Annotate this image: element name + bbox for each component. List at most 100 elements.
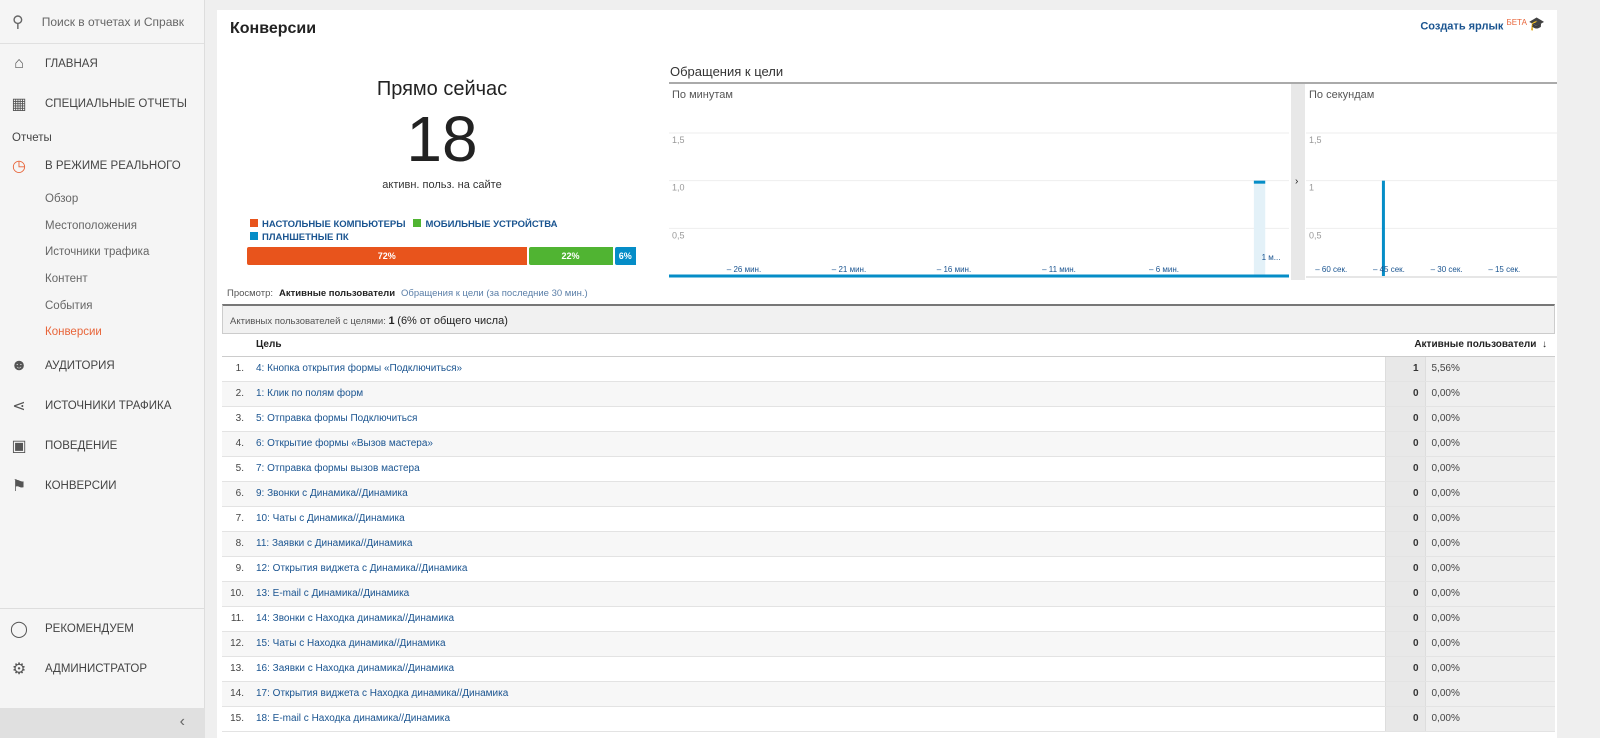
active-users-value: 0 — [1384, 456, 1425, 482]
home-icon: ⌂ — [14, 55, 24, 72]
x-tick: – 16 мин. — [937, 265, 971, 274]
row-number: 12. — [222, 631, 252, 657]
nav-discover[interactable]: ◯ РЕКОМЕНДУЕМ — [0, 609, 204, 649]
active-users-value: 0 — [1384, 381, 1425, 407]
goal-hits-chart: По минутам 1,5 1,0 0,5 – 26 мин. – 21 мин. – 1… — [669, 82, 1557, 280]
table-row: 10. 13: E-mail с Динамика//Динамика 0 0,00% — [222, 581, 1555, 607]
active-users-percent: 0,00% — [1424, 506, 1555, 532]
nav-realtime-sub[interactable]: Местоположения — [0, 213, 204, 240]
nav-realtime[interactable]: ◷ В РЕЖИМЕ РЕАЛЬНОГО — [0, 146, 204, 186]
goal-link[interactable]: 16: Заявки с Находка динамика//Динамика — [252, 656, 1385, 682]
goal-link[interactable]: 13: E-mail с Динамика//Динамика — [252, 581, 1385, 607]
goal-link[interactable]: 14: Звонки с Находка динамика//Динамика — [252, 606, 1385, 632]
nav-realtime-sub[interactable]: Источники трафика — [0, 239, 204, 266]
collapse-sidebar-button[interactable]: ‹ — [0, 708, 205, 738]
goal-link[interactable]: 17: Открытия виджета с Находка динамика/… — [252, 681, 1385, 707]
goal-link[interactable]: 10: Чаты с Динамика//Динамика — [252, 506, 1385, 532]
goal-link[interactable]: 5: Отправка формы Подключиться — [252, 406, 1385, 432]
nav-behavior[interactable]: ▣ ПОВЕДЕНИЕ — [0, 426, 204, 466]
active-users-label: активн. польз. на сайте — [382, 179, 502, 191]
chart-title: Обращения к цели — [670, 64, 784, 79]
active-users-percent: 0,00% — [1424, 581, 1555, 607]
goal-link[interactable]: 4: Кнопка открытия формы «Подключиться» — [252, 356, 1385, 382]
goal-link[interactable]: 7: Отправка формы вызов мастера — [252, 456, 1385, 482]
nav-realtime-sub[interactable]: Конверсии — [0, 319, 204, 346]
view-active-users-tab[interactable]: Активные пользователи — [279, 288, 395, 299]
window-icon: ▣ — [11, 438, 27, 456]
table-row: 4. 6: Открытие формы «Вызов мастера» 0 0,00… — [222, 431, 1555, 457]
nav-acquisition[interactable]: ⋖ ИСТОЧНИКИ ТРАФИКА — [0, 386, 204, 426]
active-users-value: 0 — [1384, 606, 1425, 632]
summary-bar: Активных пользователей с целями: 1 (6% о… — [222, 304, 1555, 334]
search-icon: ⚲ — [12, 13, 24, 31]
active-users-percent: 0,00% — [1424, 531, 1555, 557]
right-now-title: Прямо сейчас — [376, 78, 508, 100]
active-users-value: 0 — [1384, 556, 1425, 582]
seconds-subtitle: По секундам — [1309, 89, 1374, 101]
y-tick: 1,5 — [1309, 135, 1322, 145]
legend-desktop: НАСТОЛЬНЫЕ КОМПЬЮТЕРЫ — [250, 219, 406, 230]
active-users-percent: 0,00% — [1424, 406, 1555, 432]
goal-link[interactable]: 12: Открытия виджета с Динамика//Динамик… — [252, 556, 1385, 582]
x-tick: – 15 сек. — [1488, 265, 1520, 274]
legend-tablet: ПЛАНШЕТНЫЕ ПК — [250, 232, 349, 243]
dashboard-icon: ▦ — [11, 96, 27, 113]
goal-link[interactable]: 1: Клик по полям форм — [252, 381, 1385, 407]
chevron-right-icon: › — [1295, 176, 1298, 187]
legend-mobile: МОБИЛЬНЫЕ УСТРОЙСТВА — [413, 219, 558, 230]
sidebar: ⚲ Поиск в отчетах и Справк ⌂ ГЛАВНАЯ ▦ СПЕЦ… — [0, 0, 205, 738]
table-row: 12. 15: Чаты с Находка динамика//Динамика… — [222, 631, 1555, 657]
view-goal-hits-tab[interactable]: Обращения к цели (за последние 30 мин.) — [401, 288, 588, 299]
active-users-value: 0 — [1384, 406, 1425, 432]
row-number: 13. — [222, 656, 252, 682]
nav-realtime-sub[interactable]: Контент — [0, 266, 204, 293]
goal-link[interactable]: 9: Звонки с Динамика//Динамика — [252, 481, 1385, 507]
beta-badge: БЕТА — [1506, 18, 1527, 27]
device-segment: 6% — [614, 247, 638, 265]
education-icon[interactable]: 🎓 — [1529, 16, 1545, 32]
second-bar — [1381, 180, 1385, 276]
col-active-users[interactable]: Активные пользователи ↓ — [1385, 334, 1555, 357]
clock-icon: ◷ — [12, 158, 26, 175]
row-number: 4. — [222, 431, 252, 457]
active-users-percent: 5,56% — [1424, 356, 1555, 382]
x-tick: – 45 сек. — [1373, 265, 1405, 274]
y-tick: 1,0 — [672, 183, 685, 193]
row-number: 10. — [222, 581, 252, 607]
branch-icon: ⋖ — [12, 398, 26, 416]
col-goal[interactable]: Цель — [252, 334, 1385, 357]
gear-icon: ⚙ — [11, 661, 27, 678]
x-tick: – 60 сек. — [1315, 265, 1347, 274]
nav-conversions[interactable]: ⚑ КОНВЕРСИИ — [0, 466, 204, 506]
goal-link[interactable]: 18: E-mail с Находка динамика//Динамика — [252, 706, 1385, 732]
goal-link[interactable]: 15: Чаты с Находка динамика//Динамика — [252, 631, 1385, 657]
nav-admin[interactable]: ⚙ АДМИНИСТРАТОР — [0, 649, 204, 689]
y-tick: 1,5 — [672, 135, 685, 145]
search-input[interactable]: ⚲ Поиск в отчетах и Справк — [0, 0, 204, 44]
device-breakdown-bar: 72% 22% 6% — [247, 247, 638, 265]
row-number: 9. — [222, 556, 252, 582]
nav-realtime-sub[interactable]: Обзор — [0, 186, 204, 213]
nav-custom-reports[interactable]: ▦ СПЕЦИАЛЬНЫЕ ОТЧЕТЫ — [0, 84, 204, 124]
goal-link[interactable]: 6: Открытие формы «Вызов мастера» — [252, 431, 1385, 457]
goals-table: Цель Активные пользователи ↓ 1. 4: Кнопка … — [222, 334, 1555, 732]
nav-audience[interactable]: ☻ АУДИТОРИЯ — [0, 346, 204, 386]
row-number: 14. — [222, 681, 252, 707]
nav-home[interactable]: ⌂ ГЛАВНАЯ — [0, 44, 204, 84]
active-users-value: 0 — [1384, 631, 1425, 657]
create-shortcut-link[interactable]: Создать ярлык БЕТА — [1420, 18, 1527, 33]
nav-realtime-sub[interactable]: События — [0, 293, 204, 320]
active-users-percent: 0,00% — [1424, 556, 1555, 582]
table-row: 14. 17: Открытия виджета с Находка динами… — [222, 681, 1555, 707]
active-users-value: 0 — [1384, 531, 1425, 557]
active-users-percent: 0,00% — [1424, 631, 1555, 657]
table-row: 3. 5: Отправка формы Подключиться 0 0,00% — [222, 406, 1555, 432]
active-users-count: 18 — [406, 103, 478, 175]
chevron-left-icon: ‹ — [179, 713, 185, 730]
goal-link[interactable]: 11: Заявки с Динамика//Динамика — [252, 531, 1385, 557]
table-row: 8. 11: Заявки с Динамика//Динамика 0 0,00% — [222, 531, 1555, 557]
y-tick: 0,5 — [672, 230, 685, 240]
device-segment: 72% — [247, 247, 529, 265]
active-users-value: 0 — [1384, 581, 1425, 607]
active-users-percent: 0,00% — [1424, 431, 1555, 457]
